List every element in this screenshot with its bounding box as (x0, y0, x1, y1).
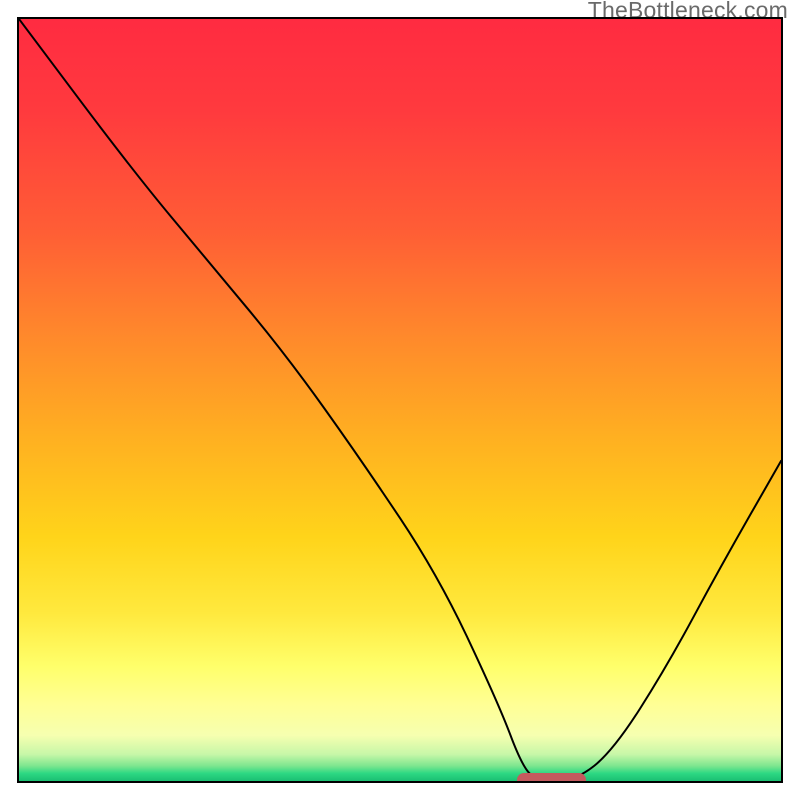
chart-container: TheBottleneck.com (0, 0, 800, 800)
plot-area (17, 17, 783, 783)
bottleneck-curve (19, 19, 781, 781)
curve-layer (19, 19, 781, 781)
optimal-range-marker (517, 773, 586, 783)
